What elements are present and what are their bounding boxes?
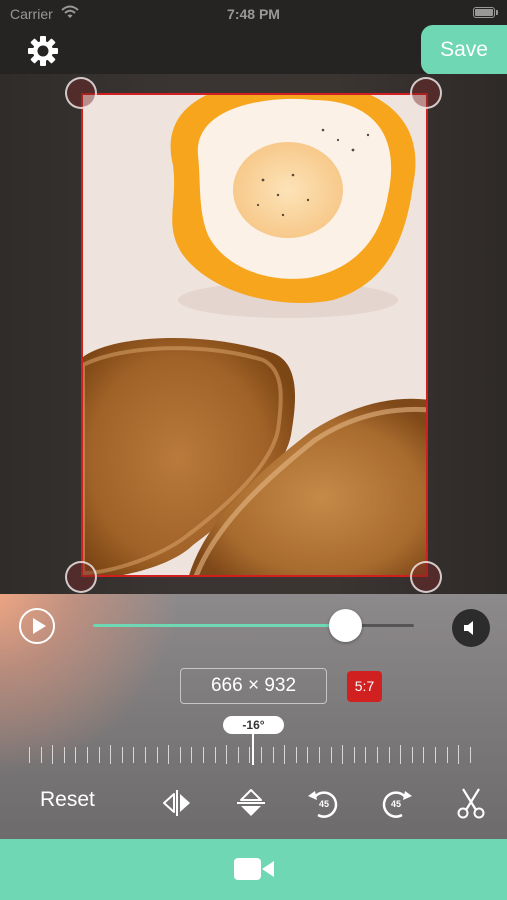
rotation-dial-tick [446,747,448,763]
save-button[interactable]: Save [421,25,507,75]
rotation-dial-tick [295,747,297,763]
rotation-dial-tick [400,745,402,764]
rotation-dial-tick [435,747,436,763]
rotation-dial-tick [388,747,390,763]
rotation-dial-tick [237,747,239,763]
flip-vertical-button[interactable] [234,786,268,820]
dimensions-display[interactable]: 666 × 932 [180,668,327,704]
rotation-dial-tick [52,745,54,764]
rotation-dial-tick [168,745,170,764]
crop-handle-top-left[interactable] [65,77,97,109]
rotation-dial-tick [226,745,228,764]
video-camera-icon[interactable] [233,856,275,882]
status-time: 7:48 PM [227,6,280,22]
rotation-dial-tick [156,747,158,763]
flip-vertical-icon [237,789,265,816]
rotation-dial-tick [353,747,355,763]
rotate-left-button[interactable]: 45 [306,786,340,820]
rotation-dial-tick [330,747,332,763]
rotate-left-label: 45 [319,799,329,809]
aspect-ratio-badge[interactable]: 5:7 [347,671,382,702]
rotation-dial-tick [365,747,367,763]
battery-icon [473,7,495,18]
playback-progress-fill [93,624,345,627]
rotation-angle-label: -16° [223,716,284,734]
rotation-dial-tick [423,747,425,763]
scissors-icon [457,788,485,819]
rotation-dial[interactable] [29,745,481,765]
rotation-dial-tick [145,747,146,763]
playback-slider-thumb[interactable] [328,609,362,642]
status-bar: Carrier 7:48 PM [0,0,507,28]
rotation-dial-tick [214,747,216,763]
rotate-right-label: 45 [391,799,401,809]
rotation-dial-tick [458,745,460,764]
rotation-dial-tick [98,747,100,763]
rotate-right-45-icon: 45 [382,791,412,818]
rotation-dial-tick [203,747,204,763]
rotation-dial-tick [249,747,251,763]
rotation-dial-tick [87,747,88,763]
rotation-dial-tick [75,747,77,763]
flip-horizontal-icon [163,790,190,816]
crop-image[interactable] [81,93,428,577]
rotation-dial-tick [261,747,262,763]
rotation-dial-tick [307,747,309,763]
food-photo [83,95,426,575]
rotation-dial-tick [40,747,42,763]
speaker-icon [464,621,473,635]
rotation-dial-tick [342,745,344,764]
rotation-dial-tick [469,747,471,763]
crop-handle-bottom-left[interactable] [65,561,97,593]
rotation-dial-tick [133,747,135,763]
crop-handle-bottom-right[interactable] [410,561,442,593]
volume-button[interactable] [452,609,490,647]
rotation-dial-tick [319,747,320,763]
rotation-dial-tick [121,747,123,763]
rotation-dial-tick [284,745,286,764]
crop-handle-top-right[interactable] [410,77,442,109]
play-button[interactable] [19,608,55,644]
rotation-dial-tick [411,747,413,763]
flip-horizontal-button[interactable] [160,786,194,820]
reset-button[interactable]: Reset [40,788,95,812]
bottom-bar [0,839,507,900]
rotation-dial-tick [110,745,112,764]
rotation-dial-tick [377,747,378,763]
gear-icon[interactable] [26,34,60,68]
edit-toolbar: Reset 45 45 [0,778,507,828]
rotate-right-button[interactable]: 45 [380,786,414,820]
rotation-dial-tick [191,747,193,763]
battery-tip [496,10,498,15]
rotation-dial-tick [179,747,181,763]
trim-button[interactable] [454,786,488,820]
rotation-dial-tick [272,747,274,763]
rotation-dial-tick [63,747,65,763]
rotation-dial-tick [29,747,30,763]
rotate-left-45-icon: 45 [308,791,338,818]
playback-slider[interactable] [93,624,414,627]
